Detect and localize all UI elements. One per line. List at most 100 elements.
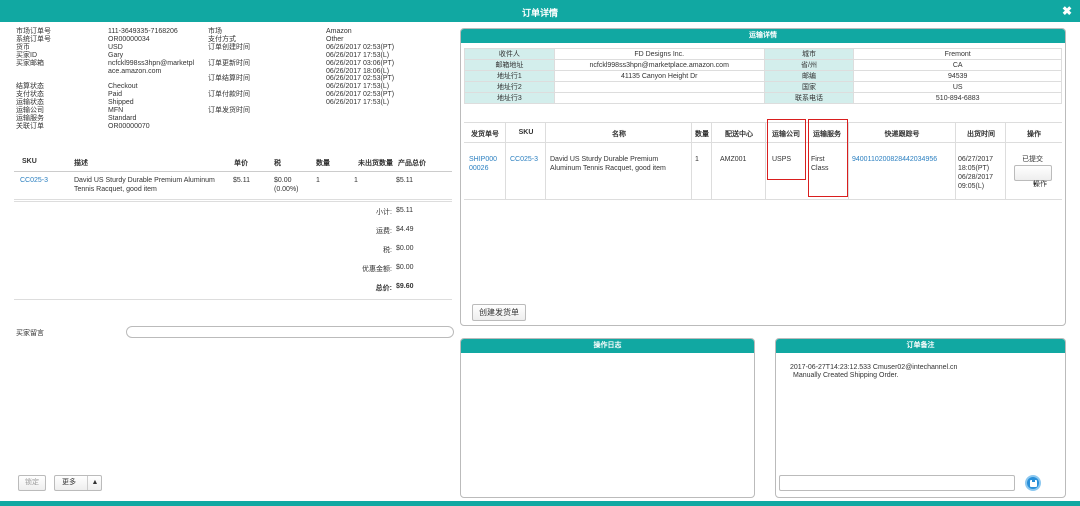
divider (1005, 122, 1006, 200)
total-value: $0.00 (396, 264, 414, 271)
order_info_right-label-2: 订单创建时间 (208, 43, 250, 51)
create-shipment-button[interactable]: 创建发货单 (472, 304, 526, 321)
item-desc-line1: David US Sturdy Durable Premium Aluminum (74, 177, 215, 184)
order_info_right-value-6: 06/26/2017 02:53(PT) (326, 75, 395, 83)
order-info-right-values: Amazon Other 06/26/2017 02:53(PT) 06/26/201… (326, 28, 394, 115)
order-info-right-labels: 市场 支付方式 订单创建时间 订单更新时间 订单结算时间 订单付款时间 订单发货时间 (208, 28, 250, 115)
order_info_right-label-0: 市场 (208, 28, 222, 35)
order_info_left-label-0: 市场订单号 (16, 28, 51, 35)
title-bar: 订单详情 ✖ (0, 0, 1080, 22)
order_info_left-label-1: 系统订单号 (16, 35, 51, 43)
order_info_left-label-2: 货币 (16, 43, 30, 51)
lock-button[interactable]: 锁定 (18, 475, 46, 491)
service-highlight-box (808, 119, 848, 197)
item-desc-line2: Tennis Racquet, good item (74, 186, 157, 193)
divider (14, 201, 452, 202)
ship-time-line3: 06/28/2017 (958, 174, 994, 181)
address-label: 国家 (763, 81, 855, 93)
order-notes-title: 订单备注 (776, 339, 1065, 353)
address-value (553, 81, 765, 93)
divider (14, 299, 452, 300)
table-row: SHIP000 00026 CC025-3 David US Sturdy Du… (464, 143, 1062, 200)
item-tax: $0.00 (274, 177, 292, 184)
total-label: 总价: (375, 285, 392, 292)
address-value (553, 92, 765, 104)
shipment-no-line2[interactable]: 00026 (469, 164, 488, 173)
divider (711, 122, 712, 200)
note-entry-meta: 2017-06-27T14:23:12.533 Cmuser02@intecha… (790, 364, 958, 371)
col-tracking: 快递跟踪号 (884, 131, 920, 138)
shipment-status: 已提交 (1022, 156, 1043, 163)
order_info_left-value-11: Standard (108, 114, 137, 122)
bottom-bar (0, 501, 1080, 506)
divider (765, 122, 766, 200)
order-info-left-labels: 市场订单号 系统订单号 货币 买家ID 买家邮箱 结算状态 支付状态 运输状态 运输公司 运输服… (16, 28, 51, 131)
order_info_left-value-2: USD (108, 43, 123, 51)
item-sku-link[interactable]: CC025-3 (20, 176, 48, 185)
col-operation: 操作 (1027, 131, 1041, 138)
total-label: 小计: (376, 209, 392, 216)
address-row: 地址行2 国家 US (464, 81, 1062, 93)
items-table-header: SKU 描述 单价 税 数量 未出货数量 产品总价 (14, 158, 452, 172)
order_info_left-value-8: Paid (108, 91, 123, 99)
order_info_left-label-11: 运输服务 (16, 114, 44, 122)
order_info_left-value-3: Gary (108, 51, 124, 59)
address-value: FD Designs Inc. (553, 48, 765, 60)
order_info_left-label-12: 关联订单 (16, 122, 44, 130)
operation-log-title: 操作日志 (461, 339, 754, 353)
tracking-number-link[interactable]: 9400110200828442034956 (852, 155, 937, 164)
operation-dropdown-button[interactable]: 操作 ▾ (1014, 165, 1052, 188)
order_info_left-value-7: Checkout (108, 83, 138, 91)
order_info_right-label-9 (208, 99, 250, 107)
shipping-panel-title: 运输详情 (461, 29, 1065, 43)
order_info_right-label-10: 订单发货时间 (208, 107, 250, 115)
note-entry: 2017-06-27T14:23:12.533 Cmuser02@intecha… (790, 364, 957, 381)
order_info_right-value-2: 06/26/2017 02:53(PT) (326, 43, 395, 51)
order-info-left-values: 111-3649335-7168206 OR00000034 USD Gary ncfc… (108, 28, 194, 131)
total-label: 运费: (376, 228, 392, 235)
divider (545, 122, 546, 200)
address-label: 地址行1 (464, 70, 555, 82)
more-button[interactable]: 更多 ▲ (54, 475, 102, 491)
shipment-no-line1[interactable]: SHIP000 (469, 155, 497, 164)
col-sku: SKU (22, 158, 37, 165)
ship-time-line4: 09:05(L) (958, 183, 985, 190)
note-input[interactable] (779, 475, 1015, 491)
order_info_left-value-9: Shipped (108, 99, 134, 107)
item-total: $5.11 (396, 177, 413, 184)
order_info_left-value-6 (108, 75, 194, 83)
address-label: 地址行2 (464, 81, 555, 93)
col-price: 单价 (234, 160, 248, 167)
caret-down-icon: ▾ (1033, 181, 1037, 188)
total-label: 税: (383, 247, 392, 254)
address-row: 地址行1 41135 Canyon Height Dr 邮编 94539 (464, 70, 1062, 82)
save-icon[interactable] (1025, 475, 1041, 491)
order_info_right-value-3: 06/26/2017 17:53(L) (326, 51, 390, 59)
table-row: CC025-3 David US Sturdy Durable Premium … (14, 176, 452, 200)
address-value: Fremont (853, 48, 1062, 60)
order_info_right-label-4: 订单更新时间 (208, 59, 250, 67)
order_info_left-value-10: MFN (108, 107, 124, 115)
order_info_right-label-3 (208, 52, 250, 60)
caret-up-icon: ▲ (87, 476, 102, 490)
order_info_left-label-8: 支付状态 (16, 91, 44, 99)
close-icon[interactable]: ✖ (1062, 4, 1072, 18)
buyer-message-input[interactable] (126, 326, 454, 338)
address-row: 地址行3 联系电话 510-894-6883 (464, 92, 1062, 104)
ship-time-line2: 18:05(PT) (958, 165, 990, 172)
order_info_right-value-5: 06/26/2017 18:06(L) (326, 67, 390, 75)
col-unshipped: 未出货数量 (358, 160, 393, 167)
order_info_right-label-1: 支付方式 (208, 35, 236, 43)
address-label: 城市 (763, 48, 855, 60)
window-title: 订单详情 (521, 8, 558, 18)
shipment-name-line1: David US Sturdy Durable Premium (550, 156, 659, 163)
order_info_left-label-3: 买家ID (16, 51, 37, 59)
order_info_left-value-4: ncfckl998ss3hpn@marketpl (108, 59, 195, 67)
shipment-sku-link[interactable]: CC025-3 (510, 155, 538, 164)
item-price: $5.11 (233, 177, 250, 184)
address-label: 邮编 (763, 70, 855, 82)
order_info_right-value-8: 06/26/2017 02:53(PT) (326, 91, 395, 99)
total-value: $5.11 (396, 207, 413, 214)
col-ship-time: 出货时间 (967, 131, 995, 138)
operation-log-panel: 操作日志 (460, 338, 755, 498)
